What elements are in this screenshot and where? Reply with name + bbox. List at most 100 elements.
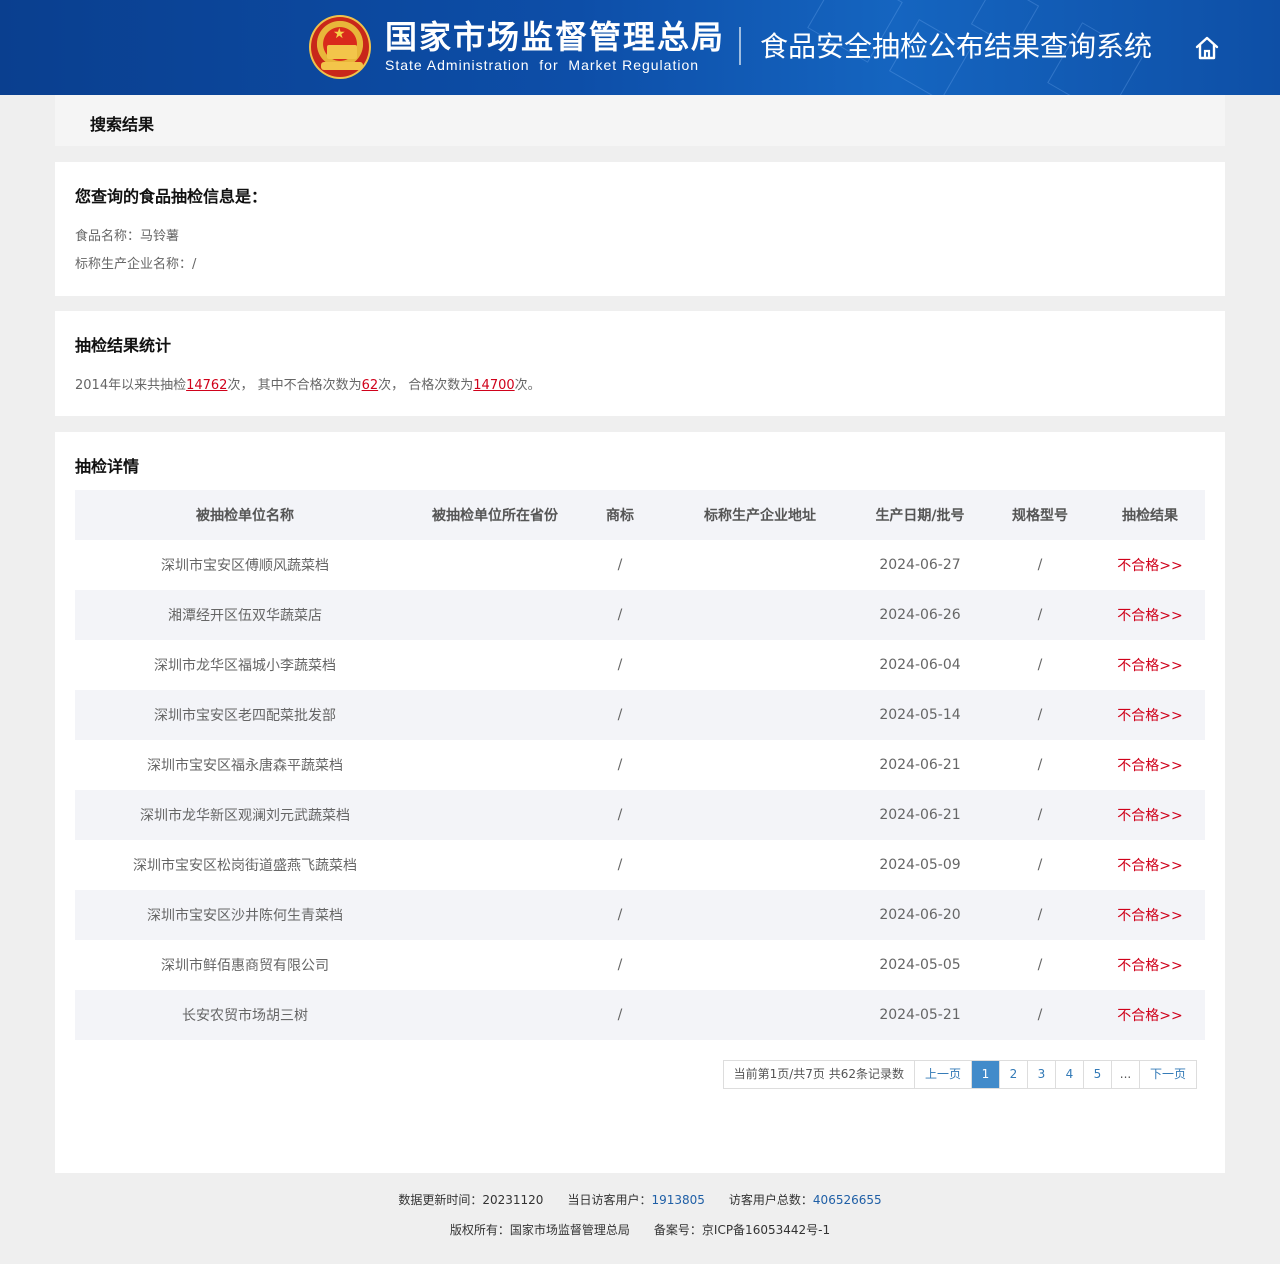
cell-brand: / — [575, 590, 665, 640]
page-button-4[interactable]: 4 — [1055, 1061, 1084, 1088]
table-row: 深圳市宝安区老四配菜批发部/2024-05-14/不合格>> — [75, 690, 1205, 740]
cell-spec: / — [1037, 757, 1043, 773]
cell-result-link[interactable]: 不合格>> — [1095, 640, 1205, 690]
col-header-result: 抽检结果 — [1095, 490, 1205, 540]
cell-date: 2024-06-21 — [879, 757, 961, 773]
cell-spec: / — [1037, 857, 1043, 873]
cell-province — [415, 840, 575, 890]
page-button-1[interactable]: 1 — [971, 1061, 1000, 1088]
stats-title: 抽检结果统计 — [75, 336, 172, 355]
table-row: 深圳市龙华区福城小李蔬菜档 / 2024-06-04 / 不合格>> — [75, 640, 1205, 690]
cell-brand: / — [617, 857, 623, 873]
col-header-unit: 被抽检单位名称 — [75, 490, 415, 540]
total-visitors-label: 访客用户总数： — [728, 1193, 813, 1207]
cell-address — [665, 540, 855, 590]
pagination: 当前第1页/共7页 共62条记录数 上一页 1 2 3 4 5 ... 下一页 — [722, 1060, 1197, 1089]
cell-address — [665, 840, 855, 890]
cell-brand: / — [575, 690, 665, 740]
page-button-3[interactable]: 3 — [1027, 1061, 1056, 1088]
footer-copyright: 版权所有：国家市场监督管理总局 备案号：京ICP备16053442号-1 — [0, 1221, 1280, 1238]
cell-brand: / — [617, 657, 623, 673]
manufacturer-name: 标称生产企业名称：/ — [75, 257, 197, 272]
cell-brand: / — [575, 990, 665, 1040]
cell-unit-name: 深圳市宝安区福永唐森平蔬菜档 — [147, 758, 343, 774]
cell-unit-name: 深圳市宝安区老四配菜批发部 — [75, 690, 415, 740]
detail-panel: 抽检详情 被抽检单位名称 被抽检单位所在省份 商标 标称生产企业地址 生产日期/… — [55, 432, 1225, 1173]
cell-result-link[interactable]: 不合格>> — [1095, 740, 1205, 790]
cell-date: 2024-06-04 — [879, 657, 961, 673]
cell-result-link[interactable]: 不合格>> — [1095, 990, 1205, 1040]
cell-result-link[interactable]: 不合格>> — [1095, 540, 1205, 590]
cell-province — [415, 990, 575, 1040]
cell-brand: / — [575, 790, 665, 840]
system-title: 食品安全抽检公布结果查询系统 — [760, 30, 1153, 63]
col-header-spec: 规格型号 — [985, 490, 1095, 540]
table-row: 长安农贸市场胡三树/2024-05-21/不合格>> — [75, 990, 1205, 1040]
cell-date: 2024-05-14 — [855, 690, 985, 740]
page-button-2[interactable]: 2 — [999, 1061, 1028, 1088]
food-name: 食品名称：马铃薯 — [75, 229, 180, 244]
prev-page-button[interactable]: 上一页 — [914, 1061, 972, 1088]
org-name-cn: 国家市场监督管理总局 — [385, 18, 726, 56]
cell-result-link[interactable]: 不合格>> — [1095, 790, 1205, 840]
cell-unit-name: 深圳市宝安区松岗街道盛燕飞蔬菜档 — [133, 858, 357, 874]
cell-address — [665, 590, 855, 640]
stats-prefix: 2014年以来共抽检 — [75, 378, 187, 393]
query-info-title: 您查询的食品抽检信息是： — [75, 187, 268, 206]
cell-date: 2024-05-09 — [879, 857, 961, 873]
col-header-address: 标称生产企业地址 — [665, 490, 855, 540]
fail-count-link[interactable]: 62 — [362, 378, 379, 393]
pass-count-link[interactable]: 14700 — [473, 378, 514, 393]
col-header-date: 生产日期/批号 — [855, 490, 985, 540]
icp-text: 备案号：京ICP备16053442号-1 — [653, 1223, 831, 1237]
cell-result-link[interactable]: 不合格>> — [1095, 840, 1205, 890]
copyright-text: 版权所有：国家市场监督管理总局 — [449, 1223, 630, 1237]
cell-address — [665, 790, 855, 840]
cell-spec: / — [1037, 657, 1043, 673]
footer-stats: 数据更新时间：20231120 当日访客用户：1913805 访客用户总数：4065… — [0, 1191, 1280, 1208]
cell-address — [665, 940, 855, 990]
query-info-panel: 您查询的食品抽检信息是： 食品名称：马铃薯 标称生产企业名称：/ — [55, 162, 1225, 296]
next-page-button[interactable]: 下一页 — [1139, 1061, 1196, 1088]
cell-unit-name: 深圳市鲜佰惠商贸有限公司 — [161, 958, 329, 974]
cell-date: 2024-06-27 — [879, 557, 961, 573]
breadcrumb: 搜索结果 — [55, 95, 1225, 146]
page-button-5[interactable]: 5 — [1083, 1061, 1112, 1088]
site-header: ★ 国家市场监督管理总局 State Administration for Ma… — [0, 0, 1280, 95]
cell-province — [415, 740, 575, 790]
cell-spec: / — [985, 990, 1095, 1040]
detail-title: 抽检详情 — [75, 457, 140, 476]
cell-result-link[interactable]: 不合格>> — [1095, 890, 1205, 940]
cell-brand: / — [617, 557, 623, 573]
table-row: 深圳市龙华新区观澜刘元武蔬菜档/2024-06-21/不合格>> — [75, 790, 1205, 840]
cell-result-link[interactable]: 不合格>> — [1095, 590, 1205, 640]
cell-unit-name: 长安农贸市场胡三树 — [75, 990, 415, 1040]
total-count-link[interactable]: 14762 — [186, 378, 227, 393]
inspection-table: 被抽检单位名称 被抽检单位所在省份 商标 标称生产企业地址 生产日期/批号 规格… — [75, 490, 1205, 1040]
table-row: 深圳市宝安区福永唐森平蔬菜档 / 2024-06-21 / 不合格>> — [75, 740, 1205, 790]
cell-spec: / — [1037, 557, 1043, 573]
cell-province — [415, 940, 575, 990]
table-row: 深圳市宝安区沙井陈何生青菜档/2024-06-20/不合格>> — [75, 890, 1205, 940]
cell-spec: / — [985, 790, 1095, 840]
cell-date: 2024-05-21 — [855, 990, 985, 1040]
cell-province — [415, 690, 575, 740]
table-row: 深圳市宝安区傅顺风蔬菜档 / 2024-06-27 / 不合格>> — [75, 540, 1205, 590]
stats-mid2: 次， 合格次数为 — [378, 378, 474, 393]
cell-spec: / — [1037, 957, 1043, 973]
today-visitors-value: 1913805 — [651, 1193, 705, 1207]
total-visitors-value: 406526655 — [812, 1193, 882, 1207]
cell-address — [665, 640, 855, 690]
cell-result-link[interactable]: 不合格>> — [1095, 690, 1205, 740]
cell-unit-name: 湘潭经开区伍双华蔬菜店 — [75, 590, 415, 640]
cell-province — [415, 890, 575, 940]
table-row: 深圳市鲜佰惠商贸有限公司 / 2024-05-05 / 不合格>> — [75, 940, 1205, 990]
breadcrumb-label: 搜索结果 — [90, 115, 155, 134]
cell-result-link[interactable]: 不合格>> — [1095, 940, 1205, 990]
col-header-brand: 商标 — [575, 490, 665, 540]
cell-unit-name: 深圳市龙华区福城小李蔬菜档 — [154, 658, 336, 674]
home-icon[interactable] — [1192, 33, 1222, 63]
table-header-row: 被抽检单位名称 被抽检单位所在省份 商标 标称生产企业地址 生产日期/批号 规格… — [75, 490, 1205, 540]
cell-date: 2024-06-20 — [855, 890, 985, 940]
cell-address — [665, 690, 855, 740]
